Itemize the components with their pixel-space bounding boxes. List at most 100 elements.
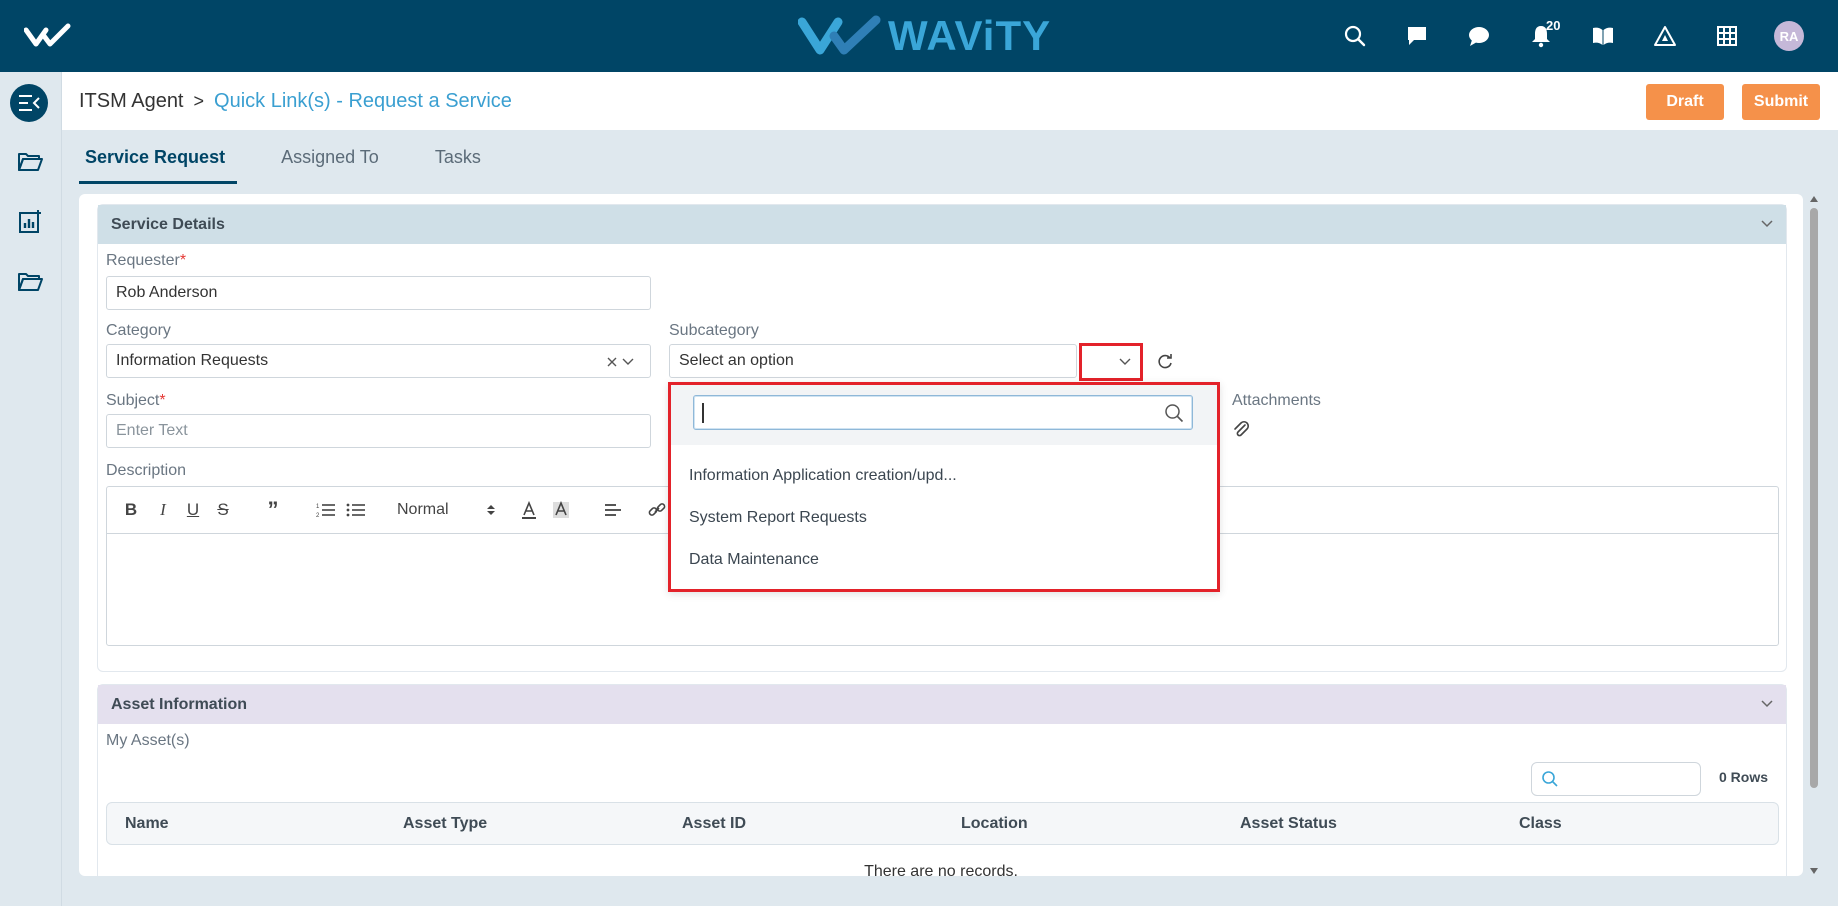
breadcrumb: ITSM Agent > Quick Link(s) - Request a S…: [79, 90, 512, 113]
link-button[interactable]: [647, 499, 667, 521]
link-icon: [648, 503, 666, 516]
breadcrumb-current[interactable]: Quick Link(s) - Request a Service: [214, 90, 512, 113]
asset-table-header: Name Asset Type Asset ID Location Asset …: [106, 802, 1779, 845]
scroll-down-arrow-icon[interactable]: [1810, 868, 1818, 874]
text-color-icon: [522, 501, 536, 519]
submit-button[interactable]: Submit: [1742, 84, 1820, 120]
subcategory-select[interactable]: Select an option: [669, 344, 1131, 378]
notification-badge: 20: [1546, 18, 1561, 33]
tab-bar: Service Request Assigned To Tasks: [79, 130, 531, 184]
top-icons: 20 RA: [1324, 0, 1820, 72]
underline-button[interactable]: U: [183, 499, 203, 521]
brand-name: WAViTY: [888, 12, 1052, 59]
breadcrumb-root[interactable]: ITSM Agent: [79, 90, 184, 113]
breadcrumb-separator: >: [193, 91, 205, 111]
underline-icon: U: [186, 500, 200, 519]
page-header: ITSM Agent > Quick Link(s) - Request a S…: [62, 72, 1838, 130]
book-icon: [1593, 27, 1613, 45]
column-header-location[interactable]: Location: [961, 815, 1028, 833]
collapse-menu-button[interactable]: [10, 84, 48, 122]
my-assets-label: My Asset(s): [106, 732, 190, 749]
knowledge-base-button[interactable]: [1572, 0, 1634, 72]
svg-text:2: 2: [316, 513, 320, 518]
bold-icon: B: [124, 500, 138, 519]
column-header-class[interactable]: Class: [1519, 815, 1562, 833]
asset-search-input[interactable]: [1531, 762, 1701, 796]
category-select[interactable]: Information Requests: [106, 344, 651, 378]
chevron-down-icon[interactable]: [1760, 697, 1774, 711]
rail-item-reports[interactable]: [14, 206, 46, 238]
dropdown-option[interactable]: System Report Requests: [689, 509, 867, 527]
tab-service-request[interactable]: Service Request: [79, 130, 238, 184]
align-button[interactable]: [603, 499, 623, 521]
strikethrough-icon: S: [217, 500, 229, 519]
bullet-list-icon: [346, 503, 365, 517]
dropdown-search-input[interactable]: [693, 395, 1193, 430]
attachments-label: Attachments: [1232, 392, 1321, 409]
left-rail: [0, 72, 62, 906]
folder-open-icon: [18, 153, 43, 171]
paperclip-icon[interactable]: [1232, 419, 1250, 439]
triangle-alert-icon: [1654, 26, 1676, 46]
message-icon: [1408, 27, 1426, 45]
tab-assigned-to[interactable]: Assigned To: [275, 130, 385, 184]
highlight-color-icon: [553, 501, 569, 518]
subcategory-label: Subcategory: [669, 322, 759, 339]
ordered-list-button[interactable]: 12: [315, 499, 337, 521]
brand-mark-icon: [798, 15, 881, 55]
notifications-button[interactable]: 20: [1510, 0, 1572, 72]
bullet-list-button[interactable]: [345, 499, 367, 521]
service-details-header[interactable]: Service Details: [98, 205, 1786, 244]
page-scrollbar[interactable]: [1807, 194, 1821, 876]
brand-logo: WAViTY: [798, 12, 1051, 60]
user-menu-button[interactable]: RA: [1758, 0, 1820, 72]
align-left-icon: [605, 504, 621, 516]
rows-count: 0 Rows: [1719, 769, 1769, 785]
chat-button[interactable]: [1448, 0, 1510, 72]
subject-input[interactable]: Enter Text: [106, 414, 651, 448]
bold-button[interactable]: B: [121, 499, 141, 521]
wavity-logo-icon[interactable]: [24, 22, 72, 50]
svg-text:1: 1: [316, 504, 320, 510]
italic-button[interactable]: I: [153, 499, 173, 521]
column-header-asset-id[interactable]: Asset ID: [682, 815, 746, 833]
text-color-button[interactable]: [519, 499, 539, 521]
requester-field[interactable]: Rob Anderson: [106, 276, 651, 310]
italic-icon: I: [160, 500, 166, 519]
subcategory-dropdown: Information Application creation/upd... …: [668, 382, 1220, 592]
rail-item-folder[interactable]: [14, 146, 46, 178]
tab-tasks[interactable]: Tasks: [429, 130, 487, 184]
chevron-down-icon[interactable]: [1760, 217, 1774, 231]
apps-button[interactable]: [1696, 0, 1758, 72]
column-header-asset-status[interactable]: Asset Status: [1240, 815, 1337, 833]
scroll-thumb[interactable]: [1810, 208, 1818, 788]
background-color-button[interactable]: [551, 499, 571, 521]
column-header-asset-type[interactable]: Asset Type: [403, 815, 487, 833]
description-label: Description: [106, 462, 187, 479]
search-button[interactable]: [1324, 0, 1386, 72]
alerts-button[interactable]: [1634, 0, 1696, 72]
ordered-list-icon: 12: [316, 504, 335, 518]
blockquote-button[interactable]: ”: [263, 497, 283, 522]
up-down-icon: [487, 505, 495, 515]
dropdown-option[interactable]: Information Application creation/upd...: [689, 467, 957, 485]
dropdown-option[interactable]: Data Maintenance: [689, 551, 819, 569]
requester-label: Requester*: [106, 252, 187, 269]
refresh-icon[interactable]: [1156, 353, 1174, 371]
messages-button[interactable]: [1386, 0, 1448, 72]
clear-icon[interactable]: [606, 356, 618, 368]
asset-information-header[interactable]: Asset Information: [98, 685, 1786, 724]
column-header-name[interactable]: Name: [125, 815, 169, 833]
section-title: Service Details: [111, 215, 225, 233]
section-title: Asset Information: [111, 695, 248, 713]
format-select[interactable]: Normal: [397, 499, 495, 521]
category-label: Category: [106, 322, 171, 339]
chat-icon: [1469, 27, 1489, 46]
strike-button[interactable]: S: [213, 499, 233, 521]
chevron-down-icon[interactable]: [622, 357, 634, 367]
rail-item-folder-2[interactable]: [14, 266, 46, 298]
draft-button[interactable]: Draft: [1646, 84, 1724, 120]
subject-label: Subject*: [106, 392, 166, 409]
scroll-up-arrow-icon[interactable]: [1810, 196, 1818, 202]
dropdown-search-area: [671, 385, 1217, 445]
